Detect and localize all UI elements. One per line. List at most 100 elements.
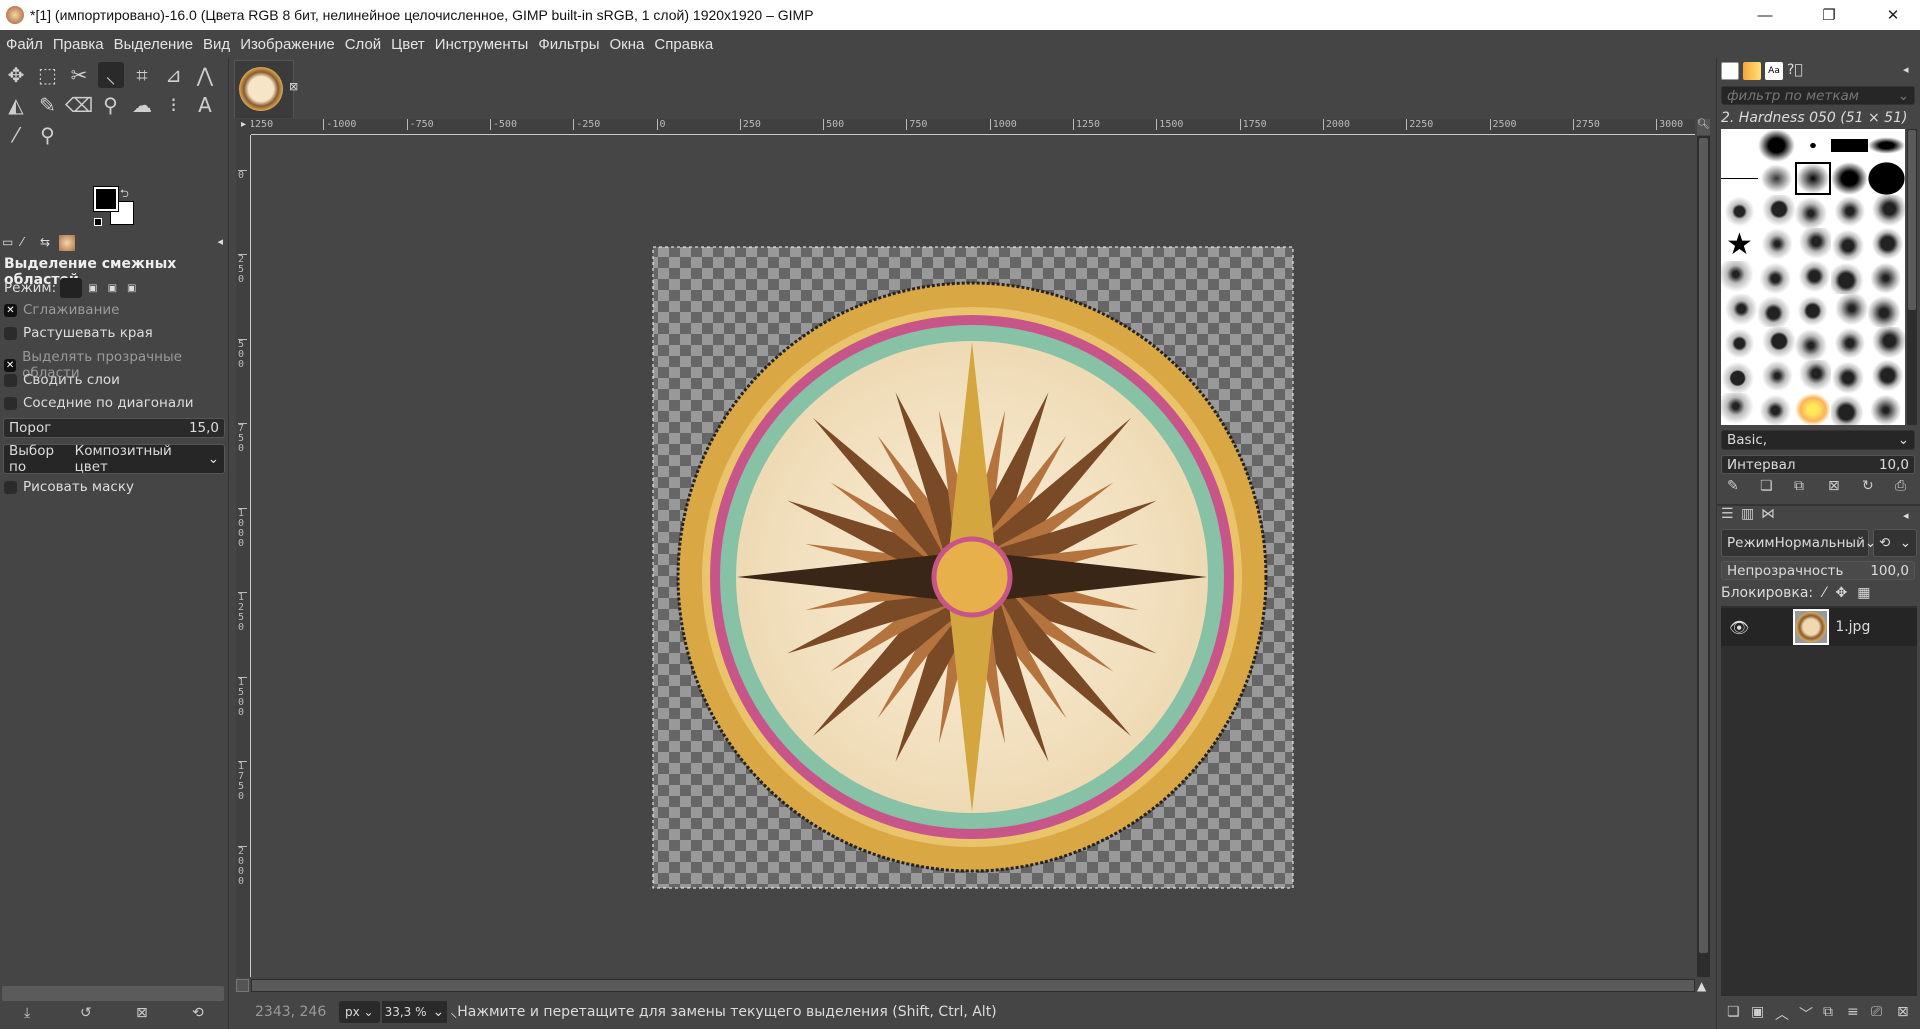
tag-filter-input[interactable]: фильтр по меткам ⌄ xyxy=(1721,86,1915,105)
lock-pixels-icon[interactable]: ⁄ xyxy=(1823,585,1825,601)
brush-preview[interactable] xyxy=(1757,129,1795,162)
reset-options-icon[interactable]: ⟲ xyxy=(192,1005,204,1021)
brush-preview[interactable] xyxy=(1757,327,1795,360)
brush-tag-dropdown[interactable]: Basic, ⌄ xyxy=(1721,430,1915,450)
brush-preview[interactable] xyxy=(1794,162,1832,195)
vertical-scrollbar[interactable] xyxy=(1697,136,1710,977)
select-by-dropdown[interactable]: Выбор по Композитный цвет ⌄ xyxy=(3,443,225,475)
brush-preview[interactable] xyxy=(1721,294,1758,327)
brush-preview[interactable] xyxy=(1757,393,1795,425)
new-layer-group-icon[interactable]: ▣ xyxy=(1751,1004,1764,1020)
brush-preview[interactable] xyxy=(1868,393,1905,425)
maximize-button[interactable]: ❐ xyxy=(1806,0,1852,30)
brush-preview[interactable] xyxy=(1868,228,1905,261)
zoom-icon[interactable]: ⚲ xyxy=(35,122,61,148)
undo-history-tab[interactable]: ⇆ xyxy=(40,235,56,253)
draw-mask-checkbox[interactable]: Рисовать маску xyxy=(4,479,134,495)
brush-preview[interactable] xyxy=(1757,228,1795,261)
foreground-color[interactable] xyxy=(93,186,119,212)
gradients-tab[interactable] xyxy=(1743,62,1761,80)
brush-preview[interactable] xyxy=(1831,195,1869,228)
menu-layer[interactable]: Слой xyxy=(345,36,381,53)
default-colors-icon[interactable] xyxy=(94,218,102,226)
lock-position-icon[interactable]: ✥ xyxy=(1835,585,1847,601)
image-tab[interactable] xyxy=(234,60,294,118)
brush-preview[interactable] xyxy=(1721,261,1758,294)
navigation-arrow-icon[interactable]: ▲ xyxy=(1697,979,1706,993)
channels-tab-icon[interactable]: ▥ xyxy=(1741,506,1754,522)
layer-mode-dropdown[interactable]: РежимНормальный ⌄ xyxy=(1721,529,1876,557)
mode-subtract-button[interactable]: ▣ xyxy=(108,283,117,294)
eraser-icon[interactable]: ⌫ xyxy=(65,92,93,118)
horizontal-scrollbar[interactable] xyxy=(251,979,1695,992)
layers-tab-icon[interactable]: ☰ xyxy=(1721,506,1734,522)
mode-intersect-button[interactable]: ▣ xyxy=(127,283,136,294)
menu-help[interactable]: Справка xyxy=(654,36,713,53)
brush-preview[interactable] xyxy=(1721,129,1758,162)
close-tab-icon[interactable]: ⊠ xyxy=(289,80,298,93)
delete-brush-icon[interactable]: ⊠ xyxy=(1828,478,1840,494)
open-brush-as-image-icon[interactable]: ⎙ xyxy=(1895,478,1906,494)
smudge-icon[interactable]: ☁ xyxy=(129,92,155,118)
brush-preview[interactable] xyxy=(1794,261,1832,294)
brush-preview[interactable] xyxy=(1721,195,1758,228)
brush-preview[interactable] xyxy=(1757,261,1795,294)
device-status-tab[interactable]: ⁄ xyxy=(21,235,37,253)
eye-icon[interactable]: 👁︎ xyxy=(1729,618,1749,637)
composite-mode-dropdown[interactable]: ⟲ ⌄ xyxy=(1873,529,1917,557)
toolbox-scrollbar[interactable] xyxy=(2,986,224,1001)
layer-row[interactable]: 👁︎ 1.jpg xyxy=(1721,608,1917,646)
close-button[interactable]: ✕ xyxy=(1870,0,1916,30)
swap-colors-icon[interactable]: ⮌ xyxy=(120,185,129,204)
save-options-icon[interactable]: ⤓ xyxy=(24,1005,30,1021)
menu-windows[interactable]: Окна xyxy=(610,36,645,53)
brush-preview[interactable] xyxy=(1757,294,1795,327)
restore-options-icon[interactable]: ↺ xyxy=(80,1005,92,1021)
brush-preview[interactable] xyxy=(1868,360,1905,393)
canvas[interactable] xyxy=(251,136,1695,977)
brush-preview[interactable] xyxy=(1868,327,1905,360)
brush-preview[interactable] xyxy=(1757,162,1795,195)
dock-menu-icon[interactable]: ◂ xyxy=(1903,63,1909,76)
duplicate-brush-icon[interactable]: ⧉ xyxy=(1794,478,1804,494)
menu-tools[interactable]: Инструменты xyxy=(435,36,529,53)
brush-preview[interactable] xyxy=(1831,261,1869,294)
brush-preview[interactable] xyxy=(1721,162,1758,195)
move-icon[interactable]: ✥ xyxy=(3,62,29,88)
menu-select[interactable]: Выделение xyxy=(114,36,193,53)
brush-preview[interactable] xyxy=(1831,162,1869,195)
brush-preview[interactable] xyxy=(1794,195,1832,228)
mode-add-button[interactable]: ▣ xyxy=(88,283,97,294)
duplicate-layer-icon[interactable]: ⧉ xyxy=(1823,1004,1833,1020)
brush-preview[interactable] xyxy=(1868,195,1905,228)
brush-preview[interactable] xyxy=(1831,228,1869,261)
zoom-dropdown-chevron-icon[interactable]: ⌄ xyxy=(429,1001,448,1023)
bucket-fill-icon[interactable]: ◭ xyxy=(3,92,29,118)
diagonal-neighbors-checkbox[interactable]: Соседние по диагонали xyxy=(4,395,194,411)
brush-preview[interactable] xyxy=(1868,294,1905,327)
feather-checkbox[interactable]: Растушевать края xyxy=(4,325,153,341)
sample-merged-checkbox[interactable]: Сводить слои xyxy=(4,372,120,388)
dock-menu-icon[interactable]: ◂ xyxy=(217,235,223,253)
menu-view[interactable]: Вид xyxy=(203,36,230,53)
color-picker-icon[interactable]: ⁄ xyxy=(3,122,29,148)
navigate-icon[interactable] xyxy=(236,979,249,992)
scissors-icon[interactable]: ✂ xyxy=(66,62,92,88)
brush-scrollbar[interactable] xyxy=(1907,129,1917,425)
menu-filters[interactable]: Фильтры xyxy=(538,36,599,53)
unit-dropdown[interactable]: px ⌄ xyxy=(339,1001,380,1023)
clone-icon[interactable]: ⚲ xyxy=(98,92,124,118)
rect-select-icon[interactable]: ⬚ xyxy=(35,62,61,88)
brush-preview[interactable] xyxy=(1794,294,1832,327)
brush-preview[interactable] xyxy=(1757,195,1795,228)
new-brush-icon[interactable]: ❏ xyxy=(1760,478,1773,494)
brush-preview[interactable] xyxy=(1831,327,1869,360)
brush-preview[interactable] xyxy=(1794,360,1832,393)
paths-tab-icon[interactable]: ⋈ xyxy=(1761,506,1775,522)
brush-preview[interactable] xyxy=(1831,294,1869,327)
fonts-tab[interactable]: Aa xyxy=(1765,62,1783,80)
text-icon[interactable]: A xyxy=(192,92,218,118)
brush-preview[interactable] xyxy=(1757,360,1795,393)
menu-image[interactable]: Изображение xyxy=(240,36,335,53)
mode-replace-button[interactable] xyxy=(60,278,83,298)
